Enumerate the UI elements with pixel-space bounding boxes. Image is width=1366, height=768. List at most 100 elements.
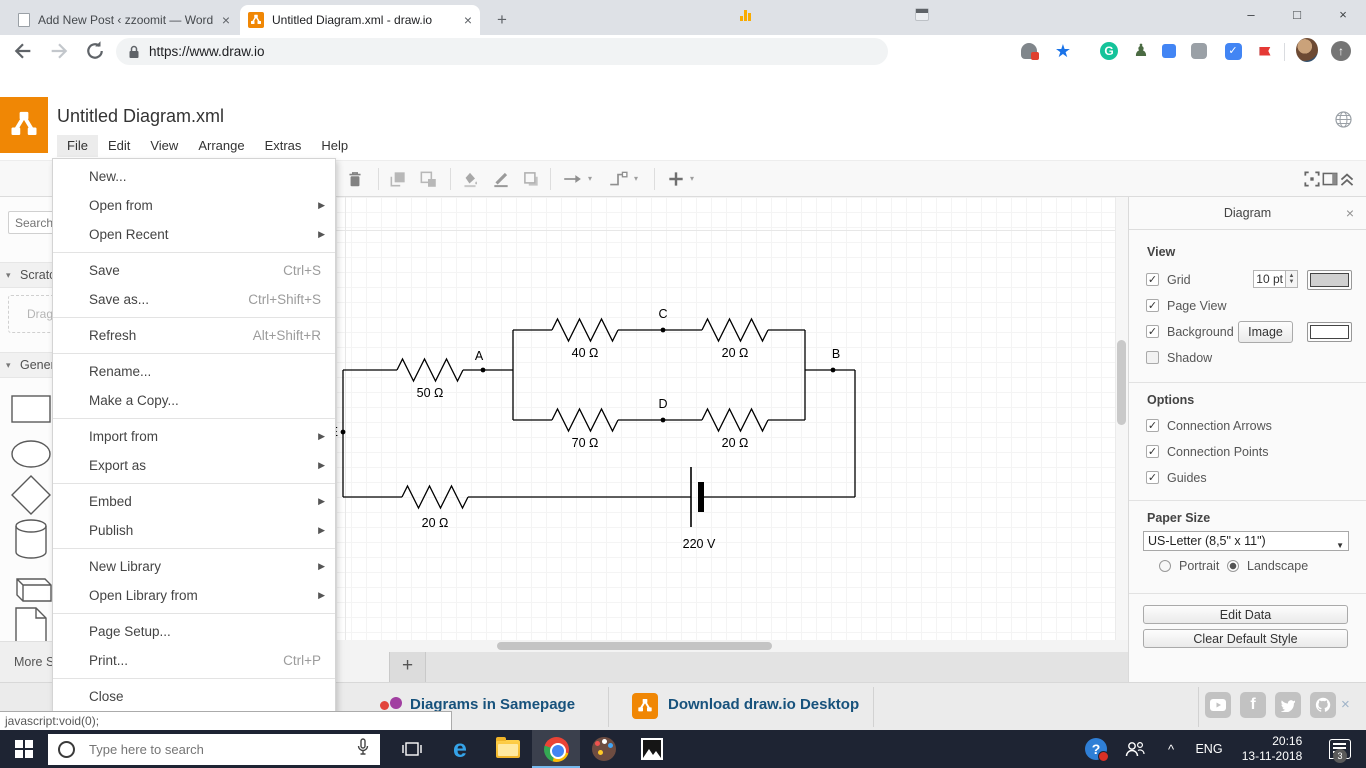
file-explorer-icon[interactable] [484,730,532,768]
menu-item-save-as[interactable]: Save as... Ctrl+Shift+S [53,285,335,314]
menu-item-export-as[interactable]: Export as ▶ [53,451,335,480]
menu-item-make-a-copy[interactable]: Make a Copy... [53,386,335,415]
grid-size-input[interactable] [1253,270,1286,288]
tag-extension-icon[interactable] [1158,40,1180,62]
scrollbar-thumb[interactable] [497,642,772,650]
grammarly-icon[interactable]: G [1098,40,1120,62]
github-icon[interactable] [1310,692,1336,718]
window-maximize-button[interactable]: □ [1274,0,1320,32]
add-page-button[interactable]: + [389,652,426,682]
language-indicator[interactable]: ENG [1188,730,1230,768]
delete-icon[interactable] [345,169,365,189]
task-view-button[interactable] [388,730,436,768]
to-front-icon[interactable] [388,169,408,189]
language-globe-icon[interactable] [1335,111,1352,133]
line-color-icon[interactable] [491,169,511,189]
youtube-icon[interactable] [1205,692,1231,718]
close-icon[interactable]: × [1346,197,1354,230]
edit-data-button[interactable]: Edit Data [1143,605,1348,624]
scrollbar-thumb[interactable] [1117,340,1126,425]
chess-pawn-icon[interactable]: ♟ [1130,40,1152,62]
grid-checkbox[interactable]: ✓ [1146,273,1159,286]
profile-avatar[interactable] [1296,38,1318,62]
grid-color-swatch[interactable] [1307,270,1352,290]
fullscreen-icon[interactable] [1302,169,1322,189]
menu-item-embed[interactable]: Embed ▶ [53,487,335,516]
help-icon[interactable]: ? [1076,730,1116,768]
taskbar-search[interactable] [48,733,380,765]
close-icon[interactable]: × [464,12,472,28]
circuit-diagram[interactable]: A C D B E 50 Ω 40 Ω 20 Ω 70 Ω 20 Ω 20 Ω … [336,197,1128,640]
shadow-icon[interactable] [521,169,541,189]
menu-arrange[interactable]: Arrange [188,135,254,157]
diagram-canvas[interactable]: A C D B E 50 Ω 40 Ω 20 Ω 70 Ω 20 Ω 20 Ω … [336,197,1128,640]
dropdown-icon[interactable]: ▾ [588,174,592,183]
photos-app-icon[interactable] [628,730,676,768]
collapse-icon[interactable] [1337,169,1357,189]
menu-item-print[interactable]: Print... Ctrl+P [53,646,335,675]
menu-item-refresh[interactable]: Refresh Alt+Shift+R [53,321,335,350]
menu-item-close[interactable]: Close [53,682,335,711]
window-close-button[interactable]: × [1320,0,1366,32]
background-color-swatch[interactable] [1307,322,1352,342]
paper-size-select[interactable]: US-Letter (8,5" x 11") ▼ [1143,531,1349,551]
page-tab-area[interactable] [336,652,389,682]
guides-checkbox[interactable]: ✓ [1146,471,1159,484]
shape-rectangle[interactable] [8,389,54,429]
dropdown-icon[interactable]: ▾ [634,174,638,183]
menu-item-new[interactable]: New... [53,162,335,191]
menu-extras[interactable]: Extras [255,135,312,157]
shape-ellipse[interactable] [8,434,54,474]
forward-icon[interactable] [48,40,70,62]
page-view-checkbox[interactable]: ✓ [1146,299,1159,312]
start-button[interactable] [0,730,48,768]
back-icon[interactable] [12,40,34,62]
menu-item-rename[interactable]: Rename... [53,357,335,386]
people-icon[interactable] [1116,730,1154,768]
action-center-icon[interactable]: 3 [1314,730,1366,768]
chrome-icon[interactable] [532,730,580,768]
close-icon[interactable]: × [222,12,230,28]
reload-icon[interactable] [84,40,106,62]
menu-item-publish[interactable]: Publish ▶ [53,516,335,545]
extension-icon[interactable] [1018,40,1040,62]
menu-item-page-setup[interactable]: Page Setup... [53,617,335,646]
address-bar[interactable]: https://www.draw.io [116,38,888,65]
clock[interactable]: 20:16 13-11-2018 [1230,730,1314,768]
close-icon[interactable]: × [1341,696,1350,713]
vertical-scrollbar[interactable] [1115,197,1128,640]
flag-extension-icon[interactable] [1254,40,1276,62]
menu-view[interactable]: View [140,135,188,157]
chrome-update-icon[interactable]: ↑ [1330,40,1352,62]
menu-item-open-from[interactable]: Open from ▶ [53,191,335,220]
connection-arrows-checkbox[interactable]: ✓ [1146,419,1159,432]
menu-item-open-recent[interactable]: Open Recent ▶ [53,220,335,249]
microphone-icon[interactable] [356,737,370,761]
menu-edit[interactable]: Edit [98,135,140,157]
tab-word-post[interactable]: Add New Post ‹ zzoomit — Word × [10,5,238,35]
tab-drawio[interactable]: Untitled Diagram.xml - draw.io × [240,5,480,35]
image-button[interactable]: Image [1238,321,1293,343]
horizontal-scrollbar[interactable] [336,640,1128,652]
new-tab-button[interactable]: + [490,8,514,32]
format-panel-tab-diagram[interactable]: Diagram [1129,197,1366,230]
menu-item-open-library-from[interactable]: Open Library from ▶ [53,581,335,610]
check-extension-icon[interactable]: ✓ [1222,40,1244,62]
shadow-checkbox[interactable] [1146,351,1159,364]
connection-points-checkbox[interactable]: ✓ [1146,445,1159,458]
paint-app-icon[interactable] [580,730,628,768]
gray-extension-icon[interactable] [1188,40,1210,62]
download-desktop-link[interactable]: Download draw.io Desktop [668,696,859,713]
bookmark-star-icon[interactable]: ★ [1052,40,1074,62]
landscape-radio[interactable] [1227,560,1239,572]
insert-icon[interactable] [666,169,686,189]
menu-help[interactable]: Help [311,135,358,157]
shape-diamond[interactable] [8,475,54,515]
to-back-icon[interactable] [418,169,438,189]
dropdown-icon[interactable]: ▾ [690,174,694,183]
waypoint-style-icon[interactable] [608,169,628,189]
tray-expand-icon[interactable]: ^ [1154,730,1188,768]
twitter-icon[interactable] [1275,692,1301,718]
edge-icon[interactable]: e [436,730,484,768]
menu-file[interactable]: File [57,135,98,157]
